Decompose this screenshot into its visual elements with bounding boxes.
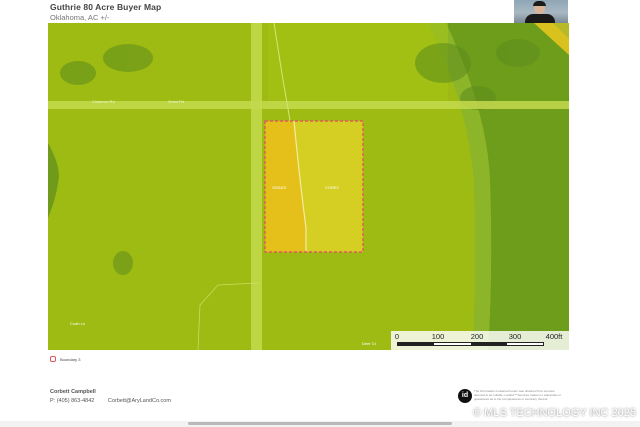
scale-tick-200: 200 [470, 332, 484, 341]
scale-tick-100: 100 [431, 332, 445, 341]
scale-bar-graphic [397, 342, 544, 346]
agent-phone: P: (405) 863-4842 [50, 398, 95, 404]
legend-label: Boundary 3 [60, 356, 81, 362]
boundary-swatch-icon [50, 356, 56, 362]
map-canvas [48, 23, 569, 350]
map-legend: Boundary 3 [50, 356, 80, 362]
scale-tick-300: 300 [508, 332, 522, 341]
road-vertical [251, 23, 262, 350]
aerial-map[interactable]: GRASS CORE2 Cimarron Rd Grant Rd Coah Ln… [48, 23, 569, 350]
mls-watermark: © MLS TECHNOLOGY INC 2025 [473, 407, 636, 419]
agent-contact: Corbett Campbell P: (405) 863-4842 Corbe… [50, 389, 171, 404]
map-header: Guthrie 80 Acre Buyer Map Oklahoma, AC +… [50, 2, 161, 22]
agent-name: Corbett Campbell [50, 389, 96, 395]
disclaimer-text: The information contained herein was obt… [474, 389, 562, 401]
agent-photo-cap [533, 1, 546, 6]
scale-tick-400: 400ft [545, 332, 563, 341]
scale-bar: 0 100 200 300 400ft [391, 331, 569, 350]
corner-label-bottom-left: Coah Ln [70, 321, 86, 326]
agent-photo-shirt [525, 14, 555, 23]
landid-logo-icon: id [458, 389, 472, 403]
agent-email[interactable]: Corbett@AryLandCo.com [108, 398, 171, 404]
corner-label-bottom-right: Deer Ct [362, 341, 376, 346]
parcel-label-right: CORE2 [325, 185, 339, 190]
road-horizontal [48, 101, 569, 109]
parcel-label-left: GRASS [272, 185, 287, 190]
scrollbar-thumb[interactable] [188, 422, 452, 425]
map-title: Guthrie 80 Acre Buyer Map [50, 2, 162, 12]
contact-details: P: (405) 863-4842 Corbett@AryLandCo.com [50, 398, 171, 404]
agent-photo [514, 0, 568, 23]
road-label-1: Cimarron Rd [92, 99, 115, 104]
map-subtitle: Oklahoma, AC +/- [50, 13, 110, 22]
scale-tick-0: 0 [394, 332, 400, 341]
road-label-2: Grant Rd [168, 99, 185, 104]
